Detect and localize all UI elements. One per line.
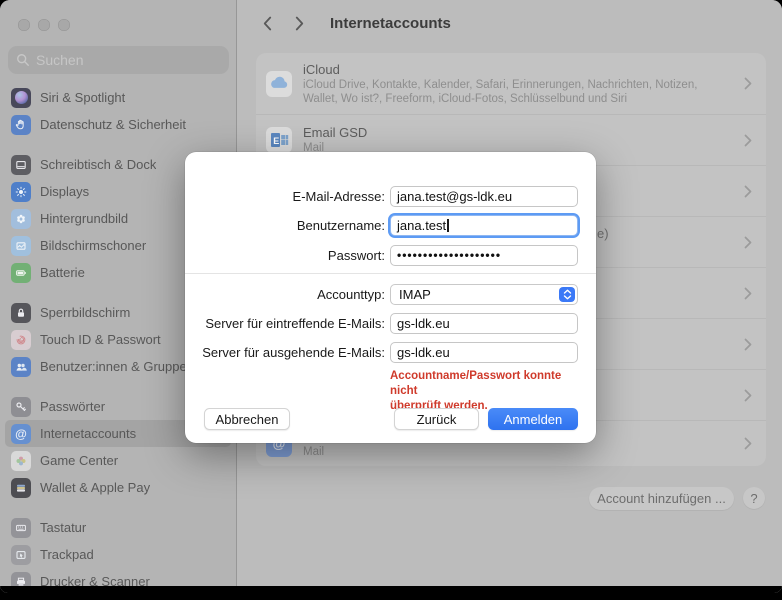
system-settings-window: Suchen Siri & Spotlight Datenschutz & Si… <box>0 0 782 593</box>
wallet-icon <box>11 478 31 498</box>
hand-privacy-icon <box>11 115 31 135</box>
stepper-icon <box>559 287 575 302</box>
screen: Suchen Siri & Spotlight Datenschutz & Si… <box>0 0 782 600</box>
sidebar-item-trackpad[interactable]: Trackpad <box>5 541 231 568</box>
account-row-icloud[interactable]: iCloud iCloud Drive, Kontakte, Kalender,… <box>256 53 766 114</box>
sidebar-item-label: Wallet & Apple Pay <box>40 480 150 495</box>
add-account-label: Account hinzufügen ... <box>597 491 726 506</box>
outgoing-server-field[interactable]: gs-ldk.eu <box>390 342 578 363</box>
sidebar-item-datenschutz[interactable]: Datenschutz & Sicherheit <box>5 111 231 138</box>
close-button[interactable] <box>18 19 30 31</box>
back-button-dialog[interactable]: Zurück <box>394 408 479 430</box>
gamecenter-icon <box>11 451 31 471</box>
chevron-right-icon <box>744 77 752 90</box>
sidebar-item-label: Bildschirmschoner <box>40 238 146 253</box>
back-button[interactable] <box>260 13 274 33</box>
add-account-button[interactable]: Account hinzufügen ... <box>589 487 734 510</box>
search-icon <box>16 53 30 67</box>
accounttype-label: Accounttyp: <box>185 284 385 305</box>
at-icon: @ <box>11 424 31 444</box>
keyboard-icon <box>11 518 31 538</box>
account-description: iCloud Drive, Kontakte, Kalender, Safari… <box>303 78 733 106</box>
zoom-button[interactable] <box>58 19 70 31</box>
chevron-right-icon <box>294 15 305 32</box>
cancel-button[interactable]: Abbrechen <box>204 408 290 430</box>
password-field[interactable]: •••••••••••••••••••• <box>390 245 578 266</box>
chevron-right-icon <box>744 185 752 198</box>
sidebar-item-label: Game Center <box>40 453 118 468</box>
accounttype-value: IMAP <box>399 287 431 302</box>
sidebar-item-label: Siri & Spotlight <box>40 90 125 105</box>
sidebar-item-label: Displays <box>40 184 89 199</box>
screensaver-icon <box>11 236 31 256</box>
forward-button[interactable] <box>292 13 306 33</box>
touchid-icon <box>11 330 31 350</box>
chevron-right-icon <box>744 134 752 147</box>
help-button[interactable]: ? <box>743 487 765 509</box>
account-title: Email GSD <box>303 125 367 141</box>
window-bottom-edge <box>0 586 782 593</box>
account-title: iCloud <box>303 62 733 78</box>
dialog-separator <box>185 273 596 274</box>
sidebar-item-label: Schreibtisch & Dock <box>40 157 156 172</box>
sidebar-item-label: Batterie <box>40 265 85 280</box>
key-icon <box>11 397 31 417</box>
username-label: Benutzername: <box>185 215 385 236</box>
chevron-left-icon <box>262 15 273 32</box>
wallpaper-icon <box>11 209 31 229</box>
help-label: ? <box>750 491 757 506</box>
mail-account-dialog: E-Mail-Adresse: jana.test@gs-ldk.eu Benu… <box>185 152 596 443</box>
battery-icon <box>11 263 31 283</box>
sidebar-item-wallet[interactable]: Wallet & Apple Pay <box>5 474 231 501</box>
trackpad-icon <box>11 545 31 565</box>
incoming-server-field[interactable]: gs-ldk.eu <box>390 313 578 334</box>
email-field[interactable]: jana.test@gs-ldk.eu <box>390 186 578 207</box>
text-caret <box>447 219 449 232</box>
account-subtitle: Mail <box>303 445 324 459</box>
sidebar-item-label: Touch ID & Passwort <box>40 332 161 347</box>
sidebar-item-label: Hintergrundbild <box>40 211 128 226</box>
main-header: Internetaccounts <box>238 0 782 46</box>
exchange-icon: E <box>266 127 292 153</box>
sidebar-item-label: Passwörter <box>40 399 105 414</box>
sidebar-item-label: Trackpad <box>40 547 94 562</box>
sidebar-item-siri-spotlight[interactable]: Siri & Spotlight <box>5 84 231 111</box>
chevron-right-icon <box>744 389 752 402</box>
search-placeholder: Suchen <box>36 52 83 68</box>
incoming-server-label: Server für eintreffende E-Mails: <box>185 313 385 334</box>
password-label: Passwort: <box>185 245 385 266</box>
sidebar-item-label: Sperrbildschirm <box>40 305 130 320</box>
sidebar-item-label: Internetaccounts <box>40 426 136 441</box>
chevron-right-icon <box>744 437 752 450</box>
chevron-right-icon <box>744 338 752 351</box>
username-field[interactable]: jana.test <box>390 215 578 236</box>
email-label: E-Mail-Adresse: <box>185 186 385 207</box>
siri-icon <box>11 88 31 108</box>
chevron-right-icon <box>744 236 752 249</box>
search-input[interactable]: Suchen <box>8 46 229 74</box>
desktop-dock-icon <box>11 155 31 175</box>
sidebar-item-gamecenter[interactable]: Game Center <box>5 447 231 474</box>
account-title-fragment: e) <box>597 226 609 241</box>
submit-button[interactable]: Anmelden <box>488 408 578 430</box>
traffic-lights <box>18 19 70 31</box>
icloud-icon <box>266 71 292 97</box>
sidebar-item-label: Tastatur <box>40 520 86 535</box>
display-brightness-icon <box>11 182 31 202</box>
svg-text:E: E <box>273 136 279 146</box>
page-title: Internetaccounts <box>330 15 451 32</box>
outgoing-server-label: Server für ausgehende E-Mails: <box>185 342 385 363</box>
minimize-button[interactable] <box>38 19 50 31</box>
users-icon <box>11 357 31 377</box>
accounttype-select[interactable]: IMAP <box>390 284 578 305</box>
chevron-right-icon <box>744 287 752 300</box>
lock-icon <box>11 303 31 323</box>
sidebar-item-label: Benutzer:innen & Gruppen <box>40 359 194 374</box>
sidebar-item-tastatur[interactable]: Tastatur <box>5 514 231 541</box>
sidebar-item-label: Datenschutz & Sicherheit <box>40 117 186 132</box>
